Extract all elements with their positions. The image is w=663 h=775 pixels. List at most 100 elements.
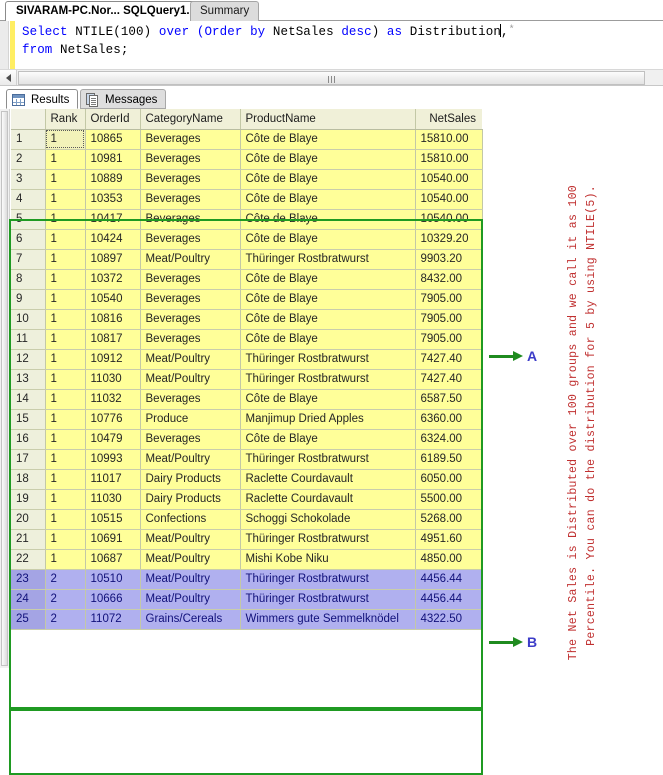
cell-orderid[interactable]: 10912 <box>85 349 141 370</box>
scroll-left-button[interactable] <box>0 70 17 85</box>
cell-orderid[interactable]: 10776 <box>85 409 141 430</box>
cell-orderid[interactable]: 10417 <box>85 209 141 230</box>
cell-categoryname[interactable]: Beverages <box>140 149 241 170</box>
cell-categoryname[interactable]: Beverages <box>140 329 241 350</box>
cell-netsales[interactable]: 6050.00 <box>415 469 483 490</box>
sql-editor[interactable]: Select NTILE(100) over (Order by NetSale… <box>0 21 663 69</box>
cell-rownum[interactable]: 21 <box>11 529 46 550</box>
cell-categoryname[interactable]: Meat/Poultry <box>140 569 241 590</box>
cell-orderid[interactable]: 10981 <box>85 149 141 170</box>
cell-orderid[interactable]: 10816 <box>85 309 141 330</box>
cell-netsales[interactable]: 9903.20 <box>415 249 483 270</box>
table-row[interactable]: 1 1 10865 Beverages Côte de Blaye 15810.00 <box>11 129 483 150</box>
table-row[interactable]: 12 1 10912 Meat/Poultry Thüringer Rostbratwu… <box>11 349 483 370</box>
cell-categoryname[interactable]: Produce <box>140 409 241 430</box>
cell-rownum[interactable]: 8 <box>11 269 46 290</box>
cell-orderid[interactable]: 10515 <box>85 509 141 530</box>
cell-categoryname[interactable]: Meat/Poultry <box>140 349 241 370</box>
cell-rank[interactable]: 1 <box>45 329 86 350</box>
cell-netsales[interactable]: 15810.00 <box>415 149 483 170</box>
column-header-orderid[interactable]: OrderId <box>85 109 141 130</box>
cell-orderid[interactable]: 11030 <box>85 489 141 510</box>
cell-netsales[interactable]: 5268.00 <box>415 509 483 530</box>
cell-categoryname[interactable]: Meat/Poultry <box>140 549 241 570</box>
cell-categoryname[interactable]: Beverages <box>140 269 241 290</box>
cell-netsales[interactable]: 6360.00 <box>415 409 483 430</box>
table-row[interactable]: 4 1 10353 Beverages Côte de Blaye 10540.00 <box>11 189 483 210</box>
cell-productname[interactable]: Thüringer Rostbratwurst <box>240 249 416 270</box>
cell-productname[interactable]: Côte de Blaye <box>240 429 416 450</box>
cell-rownum[interactable]: 23 <box>11 569 46 590</box>
cell-categoryname[interactable]: Dairy Products <box>140 469 241 490</box>
table-row[interactable]: 7 1 10897 Meat/Poultry Thüringer Rostbratwur… <box>11 249 483 270</box>
cell-productname[interactable]: Côte de Blaye <box>240 149 416 170</box>
table-row[interactable]: 22 1 10687 Meat/Poultry Mishi Kobe Niku 4850.… <box>11 549 483 570</box>
cell-rownum[interactable]: 3 <box>11 169 46 190</box>
cell-netsales[interactable]: 7905.00 <box>415 289 483 310</box>
table-row[interactable]: 16 1 10479 Beverages Côte de Blaye 6324.00 <box>11 429 483 450</box>
cell-rownum[interactable]: 17 <box>11 449 46 470</box>
cell-orderid[interactable]: 10865 <box>85 129 141 150</box>
cell-productname[interactable]: Côte de Blaye <box>240 129 416 150</box>
cell-rownum[interactable]: 13 <box>11 369 46 390</box>
cell-rank[interactable]: 1 <box>45 449 86 470</box>
cell-netsales[interactable]: 6189.50 <box>415 449 483 470</box>
cell-productname[interactable]: Côte de Blaye <box>240 389 416 410</box>
cell-rank[interactable]: 1 <box>45 509 86 530</box>
tab-messages[interactable]: Messages <box>80 89 167 109</box>
cell-rownum[interactable]: 10 <box>11 309 46 330</box>
cell-orderid[interactable]: 10897 <box>85 249 141 270</box>
scrollbar-thumb[interactable] <box>18 71 645 85</box>
editor-horizontal-scrollbar[interactable] <box>0 69 663 86</box>
cell-productname[interactable]: Côte de Blaye <box>240 229 416 250</box>
cell-categoryname[interactable]: Beverages <box>140 129 241 150</box>
cell-rank[interactable]: 1 <box>45 209 86 230</box>
cell-productname[interactable]: Thüringer Rostbratwurst <box>240 449 416 470</box>
cell-rownum[interactable]: 11 <box>11 329 46 350</box>
cell-productname[interactable]: Manjimup Dried Apples <box>240 409 416 430</box>
cell-netsales[interactable]: 15810.00 <box>415 129 483 150</box>
cell-orderid[interactable]: 10687 <box>85 549 141 570</box>
column-header-rank[interactable]: Rank <box>45 109 86 130</box>
table-row[interactable]: 24 2 10666 Meat/Poultry Thüringer Rostbratwu… <box>11 589 483 610</box>
cell-rownum[interactable]: 9 <box>11 289 46 310</box>
cell-netsales[interactable]: 4456.44 <box>415 569 483 590</box>
cell-rank[interactable]: 1 <box>45 549 86 570</box>
table-row[interactable]: 11 1 10817 Beverages Côte de Blaye 7905.00 <box>11 329 483 350</box>
cell-rank[interactable]: 1 <box>45 409 86 430</box>
cell-rownum[interactable]: 22 <box>11 549 46 570</box>
table-row[interactable]: 15 1 10776 Produce Manjimup Dried Apples 6360… <box>11 409 483 430</box>
results-vertical-scrollbar[interactable] <box>0 109 10 668</box>
cell-categoryname[interactable]: Meat/Poultry <box>140 589 241 610</box>
cell-orderid[interactable]: 11030 <box>85 369 141 390</box>
cell-rank[interactable]: 1 <box>45 349 86 370</box>
cell-productname[interactable]: Côte de Blaye <box>240 209 416 230</box>
cell-rank[interactable]: 1 <box>45 289 86 310</box>
cell-productname[interactable]: Thüringer Rostbratwurst <box>240 569 416 590</box>
cell-orderid[interactable]: 10479 <box>85 429 141 450</box>
table-row[interactable]: 14 1 11032 Beverages Côte de Blaye 6587.50 <box>11 389 483 410</box>
table-row[interactable]: 10 1 10816 Beverages Côte de Blaye 7905.00 <box>11 309 483 330</box>
cell-orderid[interactable]: 10691 <box>85 529 141 550</box>
table-row[interactable]: 19 1 11030 Dairy Products Raclette Courdavau… <box>11 489 483 510</box>
cell-productname[interactable]: Thüringer Rostbratwurst <box>240 369 416 390</box>
cell-productname[interactable]: Thüringer Rostbratwurst <box>240 529 416 550</box>
cell-orderid[interactable]: 10666 <box>85 589 141 610</box>
cell-rank[interactable]: 2 <box>45 589 86 610</box>
cell-categoryname[interactable]: Confections <box>140 509 241 530</box>
cell-netsales[interactable]: 7905.00 <box>415 329 483 350</box>
table-row[interactable]: 5 1 10417 Beverages Côte de Blaye 10540.00 <box>11 209 483 230</box>
cell-categoryname[interactable]: Beverages <box>140 169 241 190</box>
cell-rank[interactable]: 1 <box>45 529 86 550</box>
cell-productname[interactable]: Thüringer Rostbratwurst <box>240 589 416 610</box>
cell-netsales[interactable]: 10540.00 <box>415 189 483 210</box>
cell-netsales[interactable]: 7905.00 <box>415 309 483 330</box>
cell-rownum[interactable]: 6 <box>11 229 46 250</box>
cell-categoryname[interactable]: Beverages <box>140 309 241 330</box>
cell-categoryname[interactable]: Beverages <box>140 229 241 250</box>
cell-categoryname[interactable]: Beverages <box>140 189 241 210</box>
cell-rank[interactable]: 2 <box>45 569 86 590</box>
cell-productname[interactable]: Schoggi Schokolade <box>240 509 416 530</box>
cell-netsales[interactable]: 5500.00 <box>415 489 483 510</box>
cell-orderid[interactable]: 10372 <box>85 269 141 290</box>
